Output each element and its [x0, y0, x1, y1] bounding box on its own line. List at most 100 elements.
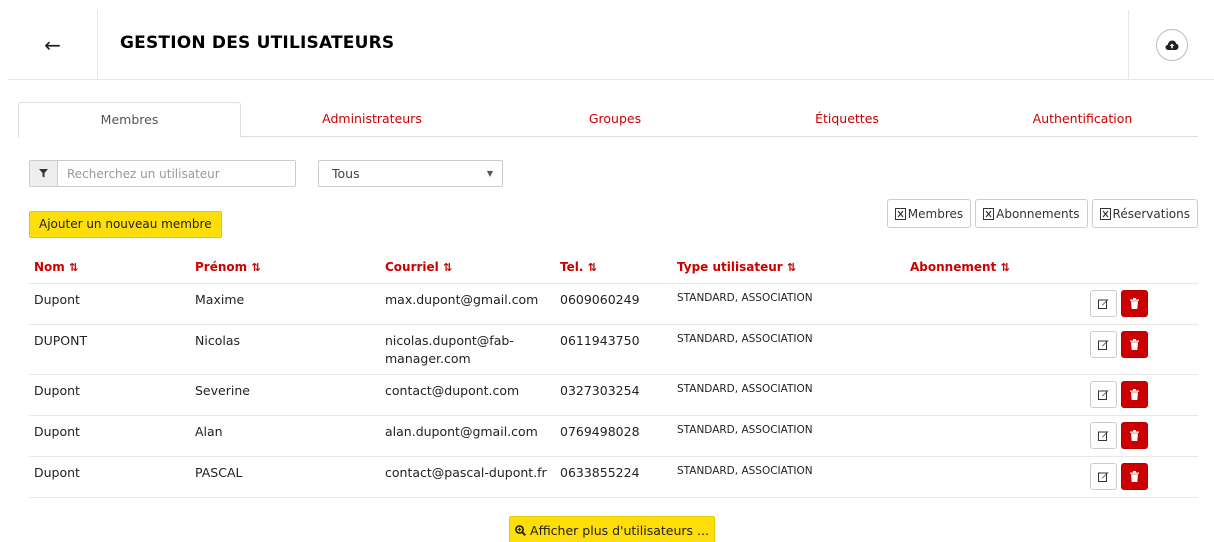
edit-icon	[1098, 430, 1109, 441]
column-header-actions	[1055, 252, 1198, 284]
edit-icon	[1098, 298, 1109, 309]
edit-icon	[1098, 339, 1109, 350]
edit-button[interactable]	[1090, 421, 1117, 449]
edit-icon	[1098, 471, 1109, 482]
export-label: Membres	[907, 206, 964, 221]
cell-nom: Dupont	[29, 283, 190, 325]
chevron-down-icon: ▼	[486, 169, 493, 178]
export-reservations-button[interactable]: Réservations	[1091, 199, 1198, 228]
select-value: Tous	[332, 166, 360, 181]
page-title: GESTION DES UTILISATEURS	[120, 33, 395, 53]
cell-abonnement	[905, 324, 1055, 375]
tab-etiquettes[interactable]: Étiquettes	[727, 102, 967, 136]
tab-groupes[interactable]: Groupes	[503, 102, 727, 136]
trash-icon	[1130, 297, 1139, 309]
search-plus-icon	[515, 524, 527, 536]
table-row: Dupont Alan alan.dupont@gmail.com 076949…	[29, 415, 1198, 457]
cell-tel: 0611943750	[555, 324, 672, 375]
cell-tel: 0633855224	[555, 456, 672, 498]
header-actions	[1128, 10, 1214, 79]
members-table: Nom ⇅ Prénom ⇅ Courriel ⇅ Tel. ⇅ Type ut…	[29, 252, 1198, 498]
page-header: ← GESTION DES UTILISATEURS	[8, 10, 1214, 80]
cell-prenom: Maxime	[190, 283, 380, 325]
column-label: Prénom	[195, 260, 248, 275]
search-box	[29, 160, 296, 187]
trash-icon	[1130, 338, 1139, 350]
tab-membres[interactable]: Membres	[18, 102, 241, 138]
cell-actions	[1055, 324, 1198, 375]
cell-tel: 0327303254	[555, 374, 672, 416]
cell-courriel: contact@pascal-dupont.fr	[380, 456, 555, 498]
column-label: Tel.	[560, 260, 584, 275]
cell-actions	[1055, 374, 1198, 416]
user-tabs: Membres Administrateurs Groupes Étiquett…	[18, 102, 1198, 138]
trash-icon	[1130, 429, 1139, 441]
table-header-row: Nom ⇅ Prénom ⇅ Courriel ⇅ Tel. ⇅ Type ut…	[29, 252, 1198, 284]
export-label: Abonnements	[996, 206, 1080, 221]
edit-button[interactable]	[1090, 380, 1117, 408]
export-label: Réservations	[1112, 206, 1190, 221]
delete-button[interactable]	[1121, 421, 1148, 449]
sort-icon: ⇅	[251, 261, 261, 275]
cell-type: STANDARD, ASSOCIATION	[672, 415, 905, 457]
cell-type: STANDARD, ASSOCIATION	[672, 324, 905, 375]
delete-button[interactable]	[1121, 380, 1148, 408]
delete-button[interactable]	[1121, 289, 1148, 317]
cell-tel: 0769498028	[555, 415, 672, 457]
trash-icon	[1130, 388, 1139, 400]
cell-type: STANDARD, ASSOCIATION	[672, 456, 905, 498]
edit-button[interactable]	[1090, 289, 1117, 317]
cell-actions	[1055, 415, 1198, 457]
filter-addon	[30, 161, 58, 186]
edit-icon	[1098, 389, 1109, 400]
user-filter-select[interactable]: Tous ▼	[318, 160, 503, 187]
cell-actions	[1055, 456, 1198, 498]
export-buttons: Membres Abonnements Réservations	[886, 199, 1198, 228]
export-subscriptions-button[interactable]: Abonnements	[975, 199, 1088, 228]
column-label: Type utilisateur	[677, 260, 783, 275]
cell-prenom: PASCAL	[190, 456, 380, 498]
cell-courriel: max.dupont@gmail.com	[380, 283, 555, 325]
filter-icon	[39, 169, 48, 178]
column-header-nom[interactable]: Nom ⇅	[29, 252, 190, 284]
cell-nom: DUPONT	[29, 324, 190, 375]
tab-authentification[interactable]: Authentification	[967, 102, 1198, 136]
search-input[interactable]	[58, 161, 295, 186]
cell-prenom: Nicolas	[190, 324, 380, 375]
cloud-upload-icon	[1165, 40, 1178, 50]
cell-type: STANDARD, ASSOCIATION	[672, 283, 905, 325]
sort-icon: ⇅	[1000, 261, 1010, 275]
cell-abonnement	[905, 283, 1055, 325]
cell-actions	[1055, 283, 1198, 325]
column-label: Nom	[34, 260, 65, 275]
cell-nom: Dupont	[29, 374, 190, 416]
column-label: Abonnement	[910, 260, 997, 275]
back-button[interactable]: ←	[8, 10, 98, 79]
cloud-upload-button[interactable]	[1155, 28, 1188, 61]
add-member-button[interactable]: Ajouter un nouveau membre	[29, 211, 222, 238]
delete-button[interactable]	[1121, 330, 1148, 358]
column-header-prenom[interactable]: Prénom ⇅	[190, 252, 380, 284]
edit-button[interactable]	[1090, 330, 1117, 358]
delete-button[interactable]	[1121, 462, 1148, 490]
tab-administrateurs[interactable]: Administrateurs	[241, 102, 503, 136]
cell-tel: 0609060249	[555, 283, 672, 325]
column-header-courriel[interactable]: Courriel ⇅	[380, 252, 555, 284]
cell-type: STANDARD, ASSOCIATION	[672, 374, 905, 416]
column-header-tel[interactable]: Tel. ⇅	[555, 252, 672, 284]
file-excel-icon	[894, 207, 906, 220]
cell-courriel: alan.dupont@gmail.com	[380, 415, 555, 457]
column-header-abonnement[interactable]: Abonnement ⇅	[905, 252, 1055, 284]
show-more-label: Afficher plus d'utilisateurs ...	[530, 522, 709, 538]
cell-nom: Dupont	[29, 456, 190, 498]
table-row: Dupont PASCAL contact@pascal-dupont.fr 0…	[29, 456, 1198, 498]
column-label: Courriel	[385, 260, 439, 275]
cell-prenom: Severine	[190, 374, 380, 416]
export-members-button[interactable]: Membres	[886, 199, 972, 228]
edit-button[interactable]	[1090, 462, 1117, 490]
cell-abonnement	[905, 415, 1055, 457]
file-excel-icon	[1099, 207, 1111, 220]
column-header-type[interactable]: Type utilisateur ⇅	[672, 252, 905, 284]
cell-courriel: nicolas.dupont@fab-manager.com	[380, 324, 555, 375]
show-more-users-button[interactable]: Afficher plus d'utilisateurs ...	[509, 516, 715, 542]
